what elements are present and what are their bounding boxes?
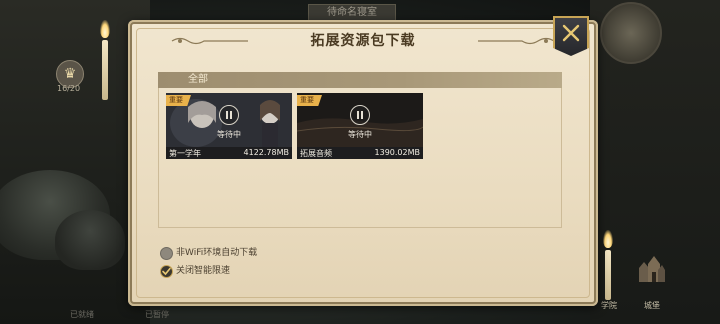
candle-flame-icon (603, 230, 613, 248)
pack-state: 等待中 (348, 130, 372, 139)
badge-count: 16/20 (57, 84, 81, 93)
option-non-wifi-auto-download[interactable]: 非WiFi环境自动下载 (160, 246, 300, 260)
option-label: 非WiFi环境自动下载 (176, 248, 258, 258)
title-flourish-right-icon (478, 37, 555, 45)
checked-checkbox-icon[interactable] (160, 265, 173, 278)
bottom-left-status: 已就绪 (70, 310, 94, 319)
game-screen: 待命名寝室 ♛ 16/20 已就绪 已暂停 学院 城堡 拓展资源包下载 全部 重… (0, 0, 720, 324)
section-label: 全部 (188, 74, 208, 85)
option-disable-smart-throttle[interactable]: 关闭智能限速 (160, 264, 270, 278)
house-label[interactable]: 学院 (601, 300, 617, 311)
section-header-all[interactable]: 全部 (158, 72, 562, 88)
pack-name: 拓展音频 (300, 149, 332, 158)
candle-left (102, 40, 108, 100)
pause-icon[interactable] (350, 105, 370, 125)
pause-icon[interactable] (219, 105, 239, 125)
candle-flame-icon (100, 20, 110, 38)
pack-card-audio[interactable]: 重要 等待中 拓展音频 1390.02MB (297, 93, 423, 159)
close-button[interactable] (553, 16, 589, 56)
bottom-mid-status: 已暂停 (145, 310, 169, 319)
unchecked-radio-icon[interactable] (160, 247, 173, 260)
pack-size: 4122.78MB (243, 148, 289, 157)
close-x-icon (562, 24, 580, 42)
castle-icon[interactable] (636, 254, 666, 284)
candle-right (605, 250, 611, 300)
important-tag: 重要 (166, 95, 191, 106)
small-cauldron-decoration (55, 210, 125, 270)
important-tag: 重要 (297, 95, 322, 106)
emblem-roundel (600, 2, 662, 64)
pack-size: 1390.02MB (374, 148, 420, 157)
pack-state: 等待中 (217, 130, 241, 139)
castle-label[interactable]: 城堡 (644, 300, 660, 311)
option-label: 关闭智能限速 (176, 266, 231, 276)
pack-card-first-year[interactable]: 重要 等待中 第一学年 4122.78MB (166, 93, 292, 159)
pack-name: 第一学年 (169, 149, 201, 158)
